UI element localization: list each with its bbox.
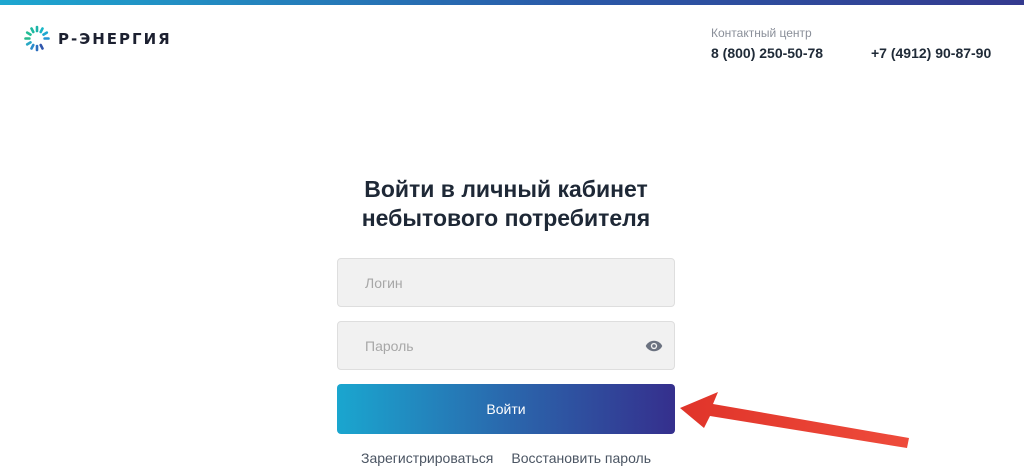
- login-field[interactable]: [337, 258, 675, 307]
- login-title-line2: небытового потребителя: [361, 205, 651, 231]
- login-title-line1: Войти в личный кабинет: [364, 176, 648, 202]
- login-submit-button[interactable]: Войти: [337, 384, 675, 434]
- password-input[interactable]: [338, 322, 674, 369]
- spiral-logo-icon: [24, 25, 50, 52]
- auth-links: Зарегистрироваться Восстановить пароль: [337, 450, 675, 466]
- brand-name: Р-ЭНЕРГИЯ: [58, 30, 172, 48]
- top-gradient-bar: [0, 0, 1024, 5]
- restore-password-link[interactable]: Восстановить пароль: [511, 450, 651, 466]
- register-link[interactable]: Зарегистрироваться: [361, 450, 493, 466]
- phone-primary[interactable]: 8 (800) 250-50-78: [711, 45, 823, 61]
- contact-center-label: Контактный центр: [711, 26, 812, 40]
- eye-icon[interactable]: [645, 339, 663, 353]
- password-field[interactable]: [337, 321, 675, 370]
- login-title: Войти в личный кабинет небытового потреб…: [306, 175, 706, 233]
- brand-logo[interactable]: Р-ЭНЕРГИЯ: [22, 24, 172, 54]
- login-input[interactable]: [338, 259, 674, 306]
- red-arrow-icon: [680, 392, 909, 448]
- phone-secondary[interactable]: +7 (4912) 90-87-90: [871, 45, 991, 61]
